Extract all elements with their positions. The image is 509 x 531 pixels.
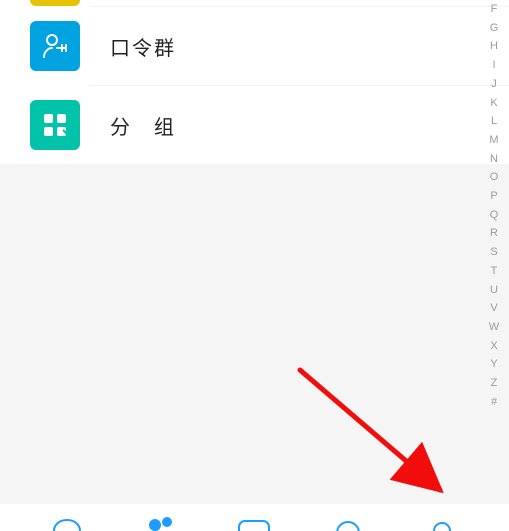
index-letter-M[interactable]: M	[487, 131, 501, 150]
discover-tab[interactable]	[328, 519, 368, 531]
list-item-label: 分 组	[110, 111, 176, 140]
index-letter-U[interactable]: U	[487, 281, 501, 300]
index-letter-P[interactable]: P	[487, 187, 501, 206]
tab-bar	[0, 509, 509, 531]
index-letter-K[interactable]: K	[487, 94, 501, 113]
messages-tab[interactable]	[47, 517, 87, 531]
index-letter-H[interactable]: H	[487, 37, 501, 56]
index-letter-X[interactable]: X	[487, 337, 501, 356]
contacts-tab[interactable]	[141, 515, 181, 531]
folder-icon	[30, 0, 80, 6]
list-item-groups[interactable]: 分 组	[0, 86, 509, 164]
index-letter-G[interactable]: G	[487, 19, 501, 38]
index-letter-Y[interactable]: Y	[487, 355, 501, 374]
index-letter-L[interactable]: L	[487, 112, 501, 131]
index-letter-F[interactable]: F	[487, 0, 501, 19]
workspace-tab[interactable]	[234, 519, 274, 531]
password-group-icon	[30, 21, 80, 71]
empty-area	[0, 164, 509, 504]
index-letter-J[interactable]: J	[487, 75, 501, 94]
index-letter-Q[interactable]: Q	[487, 206, 501, 225]
index-letter-V[interactable]: V	[487, 299, 501, 318]
me-tab[interactable]	[422, 519, 462, 531]
index-letter-#[interactable]: #	[487, 393, 501, 412]
list-item-label: 口令群	[110, 32, 176, 61]
index-letter-I[interactable]: I	[487, 56, 501, 75]
index-letter-W[interactable]: W	[487, 318, 501, 337]
groups-icon	[30, 100, 80, 150]
index-letter-Z[interactable]: Z	[487, 374, 501, 393]
index-letter-O[interactable]: O	[487, 168, 501, 187]
index-letter-S[interactable]: S	[487, 243, 501, 262]
list-item-password-group[interactable]: 口令群	[0, 7, 509, 85]
index-letter-R[interactable]: R	[487, 224, 501, 243]
index-letter-N[interactable]: N	[487, 150, 501, 169]
alpha-index-bar[interactable]: FGHIJKLMNOPQRSTUVWXYZ#	[487, 0, 501, 411]
index-letter-T[interactable]: T	[487, 262, 501, 281]
